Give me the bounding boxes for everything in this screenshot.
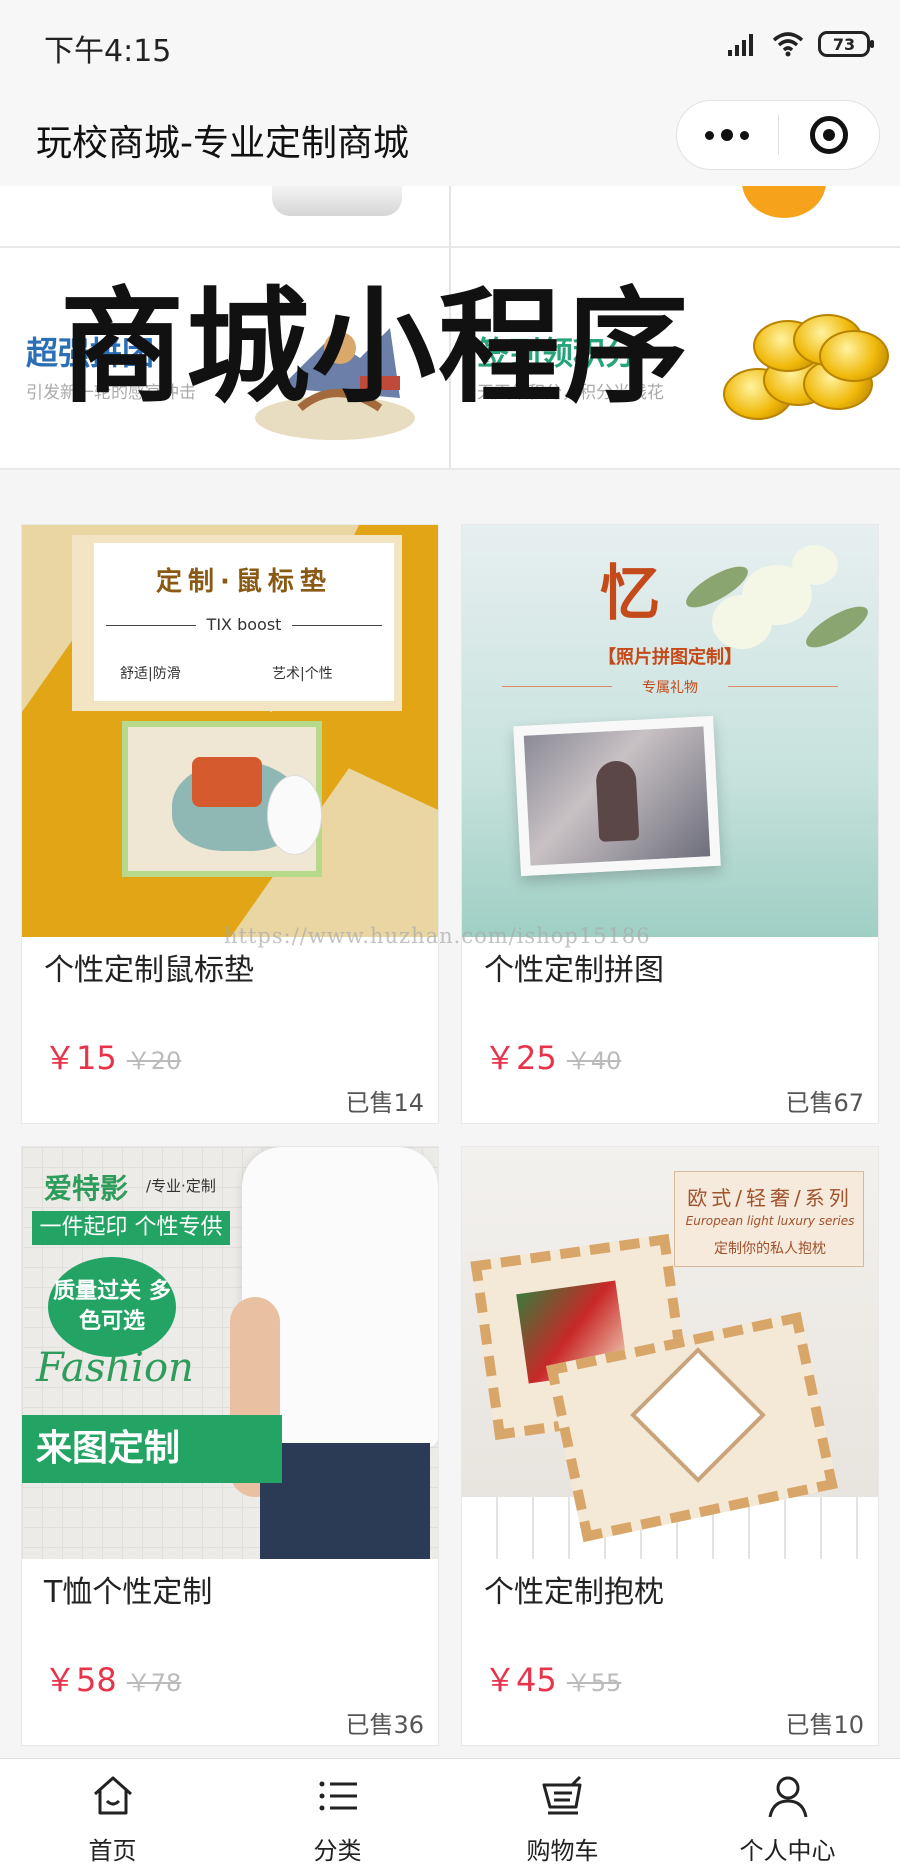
tab-label: 购物车 [526,1837,599,1865]
image-ribbon: 来图定制 [22,1415,282,1483]
status-time: 下午4:15 [44,34,172,69]
image-title: 欧式/轻奢/系列 [687,1186,853,1210]
price-row: ￥15 ￥20 [44,1033,181,1079]
more-button[interactable] [677,101,778,169]
more-dot-icon [721,129,734,141]
more-dot-icon [740,130,750,140]
product-name[interactable]: 个性定制抱枕 [484,1567,664,1611]
sold-count: 已售14 [345,1089,424,1117]
more-dot-icon [705,130,715,140]
image-title: 忆 [600,559,660,629]
tab-category[interactable]: 分类 [225,1759,450,1873]
tab-label: 个人中心 [739,1837,836,1865]
image-subtitle: 专属礼物 [642,680,698,696]
price-row: ￥45 ￥55 [484,1655,621,1701]
user-icon [768,1776,808,1818]
product-old-price: ￥40 [566,1047,622,1075]
sold-count: 已售36 [345,1711,424,1739]
close-target-icon [809,116,848,154]
watermark: https://www.huzhan.com/ishop15186 [224,924,651,948]
cart-icon [542,1775,582,1815]
sold-count: 已售67 [785,1089,864,1117]
wifi-icon [772,32,804,57]
product-name[interactable]: 个性定制鼠标垫 [44,945,254,989]
tab-home[interactable]: 首页 [0,1759,225,1873]
image-caption: 定制你的私人抱枕 [714,1241,826,1257]
product-grid: 定制·鼠标垫 TIX boost 舒适|防滑 艺术|个性 个性定制鼠标垫 ￥15… [0,470,900,1758]
tab-bar: 首页 分类 购物车 个人中心 [0,1758,900,1873]
photo-frame-image [513,715,721,877]
product-bottle-image [272,186,402,216]
battery-level: 73 [832,34,856,54]
image-subtitle: European light luxury series [685,1214,855,1228]
product-image[interactable]: 爱特影 /专业·定制 一件起印 个性专供 质量过关 多色可选 Fashion 来… [22,1147,438,1559]
gold-coins-icon [703,298,889,438]
image-tags: 艺术|个性 [272,666,333,682]
tab-cart[interactable]: 购物车 [450,1759,675,1873]
product-price: ￥15 [44,1039,117,1077]
image-script-text: Fashion [36,1345,194,1391]
product-card[interactable]: 忆 【照片拼图定制】 专属礼物 个性定制拼图 ￥25 ￥40 已售67 [461,524,879,1124]
tab-label: 首页 [88,1837,137,1865]
price-row: ￥25 ￥40 [484,1033,621,1079]
sold-count: 已售10 [785,1711,864,1739]
product-name[interactable]: 个性定制拼图 [484,945,664,989]
page-title: 玩校商城-专业定制商城 [36,123,409,164]
image-banner: 一件起印 个性专供 [32,1211,230,1245]
product-image[interactable]: 忆 【照片拼图定制】 专属礼物 [462,525,878,937]
product-card[interactable]: 爱特影 /专业·定制 一件起印 个性专供 质量过关 多色可选 Fashion 来… [21,1146,439,1746]
product-price: ￥45 [484,1661,557,1699]
image-brand-sub: /专业·定制 [146,1177,216,1195]
tab-profile[interactable]: 个人中心 [675,1759,900,1873]
orange-decoration [742,186,826,218]
product-image[interactable]: 定制·鼠标垫 TIX boost 舒适|防滑 艺术|个性 [22,525,438,937]
list-icon [319,1781,357,1811]
image-brand: 爱特影 [44,1172,129,1205]
signal-icon [728,34,753,56]
product-old-price: ￥78 [126,1669,182,1697]
mini-program-capsule [676,100,880,170]
image-title: 定制·鼠标垫 [156,567,332,597]
product-card[interactable]: 定制·鼠标垫 TIX boost 舒适|防滑 艺术|个性 个性定制鼠标垫 ￥15… [21,524,439,1124]
close-button[interactable] [779,101,880,169]
image-bubble: 质量过关 多色可选 [48,1257,176,1357]
product-old-price: ￥20 [126,1047,182,1075]
product-image[interactable]: 欧式/轻奢/系列 European light luxury series 定制… [462,1147,878,1559]
product-card[interactable]: 欧式/轻奢/系列 European light luxury series 定制… [461,1146,879,1746]
product-name[interactable]: T恤个性定制 [44,1567,212,1611]
overlay-title: 商城小程序 [60,276,691,420]
price-row: ￥58 ￥78 [44,1655,181,1701]
product-old-price: ￥55 [566,1669,622,1697]
image-tag: 【照片拼图定制】 [598,647,742,668]
battery-indicator: 73 [818,31,874,57]
tab-label: 分类 [313,1837,362,1865]
mouse-icon [267,775,322,855]
status-bar: 下午4:15 73 [0,0,900,88]
product-price: ￥25 [484,1039,557,1077]
home-icon [94,1776,132,1815]
status-icons: 73 [728,28,874,60]
image-tag-box: 欧式/轻奢/系列 European light luxury series 定制… [674,1171,864,1267]
product-price: ￥58 [44,1661,117,1699]
nav-bar: 玩校商城-专业定制商城 [0,88,900,186]
image-tags: 舒适|防滑 [120,666,181,682]
